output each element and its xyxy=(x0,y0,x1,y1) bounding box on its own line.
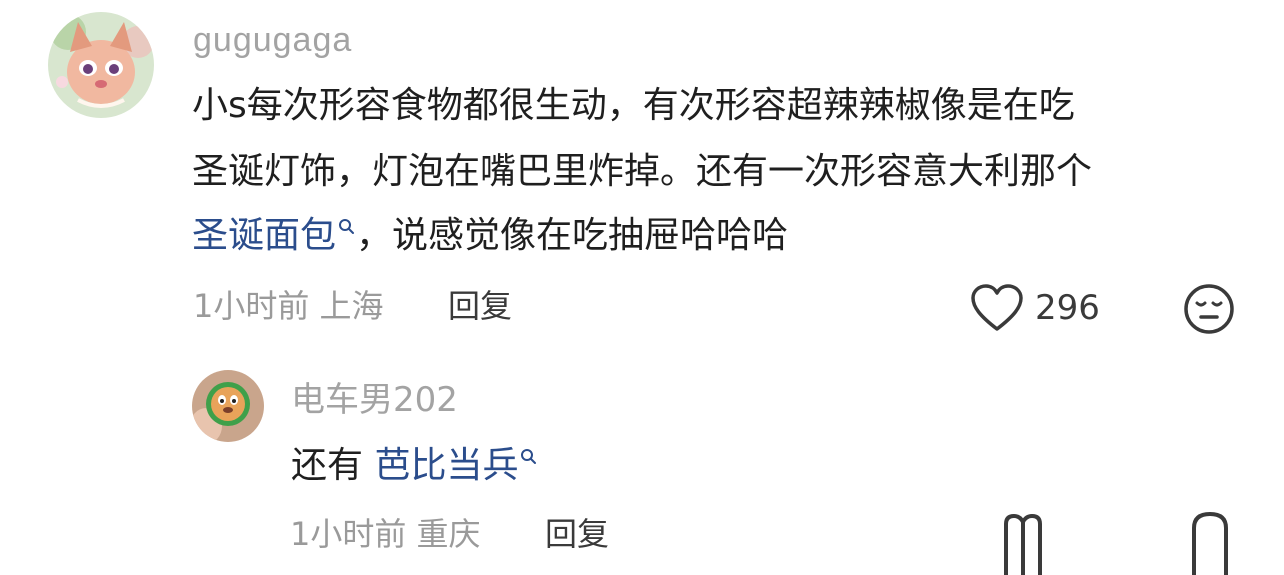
comment-reply-button[interactable]: 回复 xyxy=(448,286,512,326)
unhappy-face-icon[interactable] xyxy=(1190,510,1230,575)
comment-time: 1小时前 xyxy=(193,287,310,325)
reply-avatar[interactable] xyxy=(192,370,264,442)
comment-text-line-2: 圣诞灯饰，灯泡在嘴巴里炸掉。还有一次形容意大利那个 xyxy=(192,151,1093,192)
reply-meta: 1小时前 重庆 xyxy=(290,514,481,554)
reply-username[interactable]: 电车男202 xyxy=(291,380,458,420)
reply-text: 还有 芭比当兵 xyxy=(291,444,538,488)
comment-username[interactable]: gugugaga xyxy=(193,20,352,60)
search-icon xyxy=(521,449,537,464)
like-count: 296 xyxy=(1035,288,1100,328)
comment-meta: 1小时前 上海 xyxy=(193,286,384,326)
comment-avatar[interactable] xyxy=(48,12,154,118)
comment-location: 上海 xyxy=(319,287,384,325)
search-link-christmas-bread[interactable]: 圣诞面包 xyxy=(192,215,356,256)
reply-text-prefix: 还有 xyxy=(291,445,375,486)
search-icon xyxy=(339,219,355,234)
comment-text-line-3: 圣诞面包 ，说感觉像在吃抽屉哈哈哈 xyxy=(192,214,788,258)
heart-outline-icon[interactable] xyxy=(1000,512,1046,575)
heart-outline-icon[interactable] xyxy=(970,283,1024,333)
unhappy-face-icon[interactable] xyxy=(1183,283,1235,335)
reply-time: 1小时前 xyxy=(290,515,407,553)
reply-location: 重庆 xyxy=(416,515,481,553)
avatar-image xyxy=(192,370,264,442)
reply-reply-button[interactable]: 回复 xyxy=(545,514,609,554)
comment-text-line-1: 小s每次形容食物都很生动，有次形容超辣辣椒像是在吃 xyxy=(192,85,1075,126)
comment-text-line-3-rest: ，说感觉像在吃抽屉哈哈哈 xyxy=(356,215,789,256)
search-link-barbie[interactable]: 芭比当兵 xyxy=(374,445,538,486)
avatar-image xyxy=(48,12,154,118)
